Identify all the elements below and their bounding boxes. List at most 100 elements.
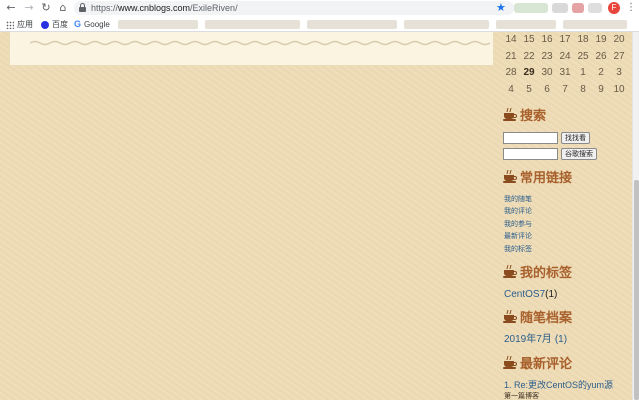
google-search-input[interactable] bbox=[503, 148, 558, 160]
bookmark-item[interactable] bbox=[563, 20, 627, 29]
link-my-comments[interactable]: 我的评论 bbox=[504, 206, 532, 217]
calendar-week-row: 14 15 16 17 18 19 20 bbox=[502, 32, 628, 48]
apps-grid-icon bbox=[6, 20, 14, 29]
address-bar[interactable]: https://www.cnblogs.com/ExileRiven/ bbox=[74, 1, 514, 15]
calendar-day[interactable]: 28 bbox=[502, 65, 520, 81]
bookmark-google[interactable]: G Google bbox=[74, 17, 110, 32]
calendar-day[interactable]: 18 bbox=[574, 32, 592, 48]
link-my-tags[interactable]: 我的标签 bbox=[504, 244, 532, 255]
page-scrollbar[interactable] bbox=[632, 32, 639, 400]
baidu-icon bbox=[41, 20, 49, 29]
link-my-posts[interactable]: 我的随笔 bbox=[504, 194, 532, 205]
lock-icon bbox=[79, 3, 86, 12]
calendar-day[interactable]: 21 bbox=[502, 49, 520, 65]
find-button[interactable]: 找找看 bbox=[561, 132, 590, 144]
tag-link[interactable]: CentOS7 bbox=[504, 289, 545, 300]
links-title: 常用链接 bbox=[520, 171, 573, 186]
find-search-input[interactable] bbox=[503, 132, 558, 144]
search-title: 搜索 bbox=[520, 109, 547, 124]
bookmark-item[interactable] bbox=[404, 20, 489, 29]
calendar-day[interactable]: 10 bbox=[610, 82, 628, 98]
tags-heading: 我的标签 bbox=[503, 264, 572, 284]
bookmark-baidu[interactable]: 百度 bbox=[41, 17, 68, 32]
back-arrow-icon[interactable]: ← bbox=[4, 1, 18, 15]
coffee-cup-icon bbox=[503, 108, 517, 121]
comments-heading: 最新评论 bbox=[503, 355, 573, 375]
url-host: www.cnblogs.com bbox=[118, 3, 191, 13]
calendar-day[interactable]: 24 bbox=[556, 49, 574, 65]
comments-title: 最新评论 bbox=[520, 357, 573, 372]
calendar-day[interactable]: 29 bbox=[520, 65, 538, 81]
archive-title: 随笔档案 bbox=[520, 311, 573, 326]
bookmark-item[interactable] bbox=[205, 20, 300, 29]
calendar-day[interactable]: 7 bbox=[556, 82, 574, 98]
bookmark-label: 百度 bbox=[52, 20, 68, 29]
extension-icon[interactable] bbox=[588, 3, 602, 13]
extension-icon[interactable] bbox=[514, 3, 548, 13]
bookmark-label: 应用 bbox=[17, 20, 33, 29]
bookmark-item[interactable] bbox=[307, 20, 397, 29]
calendar-day[interactable]: 4 bbox=[502, 82, 520, 98]
scrollbar-thumb[interactable] bbox=[634, 180, 639, 400]
reload-icon[interactable]: ↻ bbox=[39, 1, 53, 15]
bookmark-star-icon[interactable]: ★ bbox=[496, 1, 506, 15]
calendar-day[interactable]: 23 bbox=[538, 49, 556, 65]
calendar-day[interactable]: 30 bbox=[538, 65, 556, 81]
url-text: https://www.cnblogs.com/ExileRiven/ bbox=[91, 1, 238, 15]
calendar-week-row: 28 29 30 31 1 2 3 bbox=[502, 65, 628, 81]
url-scheme: https:// bbox=[91, 3, 119, 13]
tag-count: (1) bbox=[545, 289, 558, 300]
calendar-day[interactable]: 8 bbox=[574, 82, 592, 98]
link-my-participation[interactable]: 我的参与 bbox=[504, 219, 532, 230]
more-menu-icon[interactable]: ⋮ bbox=[626, 1, 636, 15]
home-icon[interactable]: ⌂ bbox=[56, 1, 70, 15]
google-icon: G bbox=[74, 19, 82, 29]
bookmark-apps[interactable]: 应用 bbox=[6, 17, 33, 32]
links-heading: 常用链接 bbox=[503, 169, 573, 189]
calendar-day[interactable]: 3 bbox=[610, 65, 628, 81]
coffee-cup-icon bbox=[503, 265, 517, 278]
extension-icon[interactable] bbox=[552, 3, 568, 13]
tag-item: CentOS7(1) bbox=[504, 288, 557, 302]
calendar-day[interactable]: 25 bbox=[574, 49, 592, 65]
url-path: /ExileRiven/ bbox=[190, 3, 238, 13]
comment-link[interactable]: 1. Re:更改CentOS的yum源 bbox=[504, 378, 613, 392]
calendar-week-row: 4 5 6 7 8 9 10 bbox=[502, 82, 628, 98]
calendar-day[interactable]: 22 bbox=[520, 49, 538, 65]
decorative-divider bbox=[30, 40, 490, 46]
bookmark-item[interactable] bbox=[496, 20, 556, 29]
calendar-day[interactable]: 20 bbox=[610, 32, 628, 48]
calendar-day[interactable]: 19 bbox=[592, 32, 610, 48]
link-latest-comments[interactable]: 最新评论 bbox=[504, 231, 532, 242]
search-heading: 搜索 bbox=[503, 107, 547, 127]
bookmark-item[interactable] bbox=[118, 20, 198, 29]
calendar-day[interactable]: 9 bbox=[592, 82, 610, 98]
calendar-day[interactable]: 15 bbox=[520, 32, 538, 48]
forward-arrow-icon[interactable]: → bbox=[22, 1, 36, 15]
archive-item: 2019年7月 (1) bbox=[504, 333, 567, 347]
calendar-day[interactable]: 16 bbox=[538, 32, 556, 48]
coffee-cup-icon bbox=[503, 170, 517, 183]
browser-toolbar: ← → ↻ ⌂ https://www.cnblogs.com/ExileRiv… bbox=[0, 0, 639, 17]
calendar-day[interactable]: 17 bbox=[556, 32, 574, 48]
calendar-day[interactable]: 2 bbox=[592, 65, 610, 81]
calendar-day[interactable]: 6 bbox=[538, 82, 556, 98]
archive-heading: 随笔档案 bbox=[503, 309, 573, 329]
comment-post-title: 第一篇博客 bbox=[504, 392, 539, 400]
coffee-cup-icon bbox=[503, 310, 517, 323]
coffee-cup-icon bbox=[503, 356, 517, 369]
browser-chrome: ← → ↻ ⌂ https://www.cnblogs.com/ExileRiv… bbox=[0, 0, 639, 32]
calendar-day[interactable]: 31 bbox=[556, 65, 574, 81]
archive-link[interactable]: 2019年7月 bbox=[504, 334, 552, 345]
calendar-day[interactable]: 1 bbox=[574, 65, 592, 81]
profile-avatar[interactable]: F bbox=[608, 2, 620, 14]
calendar-day[interactable]: 5 bbox=[520, 82, 538, 98]
post-content-box bbox=[9, 32, 494, 66]
calendar-day[interactable]: 27 bbox=[610, 49, 628, 65]
bookmarks-bar: 应用 百度 G Google bbox=[0, 17, 639, 32]
archive-count: (1) bbox=[554, 334, 568, 345]
extension-icon[interactable] bbox=[572, 3, 584, 13]
calendar-day[interactable]: 14 bbox=[502, 32, 520, 48]
google-search-button[interactable]: 谷歌搜索 bbox=[561, 148, 597, 160]
calendar-day[interactable]: 26 bbox=[592, 49, 610, 65]
